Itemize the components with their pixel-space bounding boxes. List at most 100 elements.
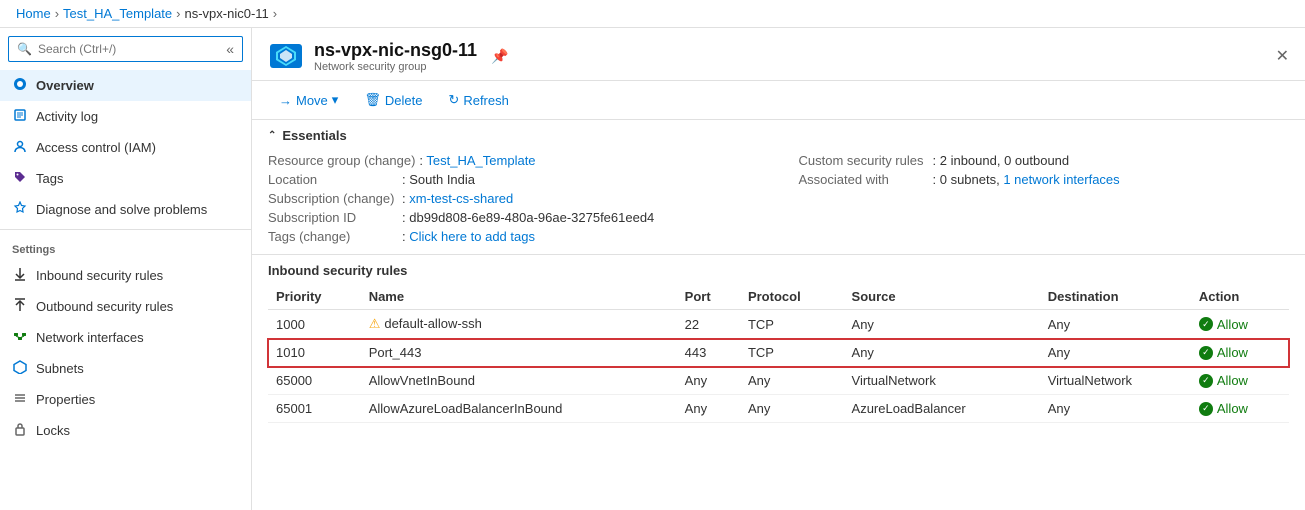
- sidebar-item-label: Properties: [36, 392, 95, 407]
- cell-name: Port_443: [361, 339, 677, 367]
- table-row[interactable]: 65001 AllowAzureLoadBalancerInBound Any …: [268, 395, 1289, 423]
- cell-action: ✓ Allow: [1191, 367, 1289, 395]
- refresh-icon: ↻: [448, 92, 459, 108]
- move-chevron-icon: ▾: [332, 92, 339, 108]
- sidebar-item-label: Overview: [36, 78, 94, 93]
- cell-priority: 65000: [268, 367, 361, 395]
- col-priority: Priority: [268, 284, 361, 310]
- essentials-value-associated: : 0 subnets, 1 network interfaces: [933, 172, 1120, 187]
- sidebar-item-label: Activity log: [36, 109, 98, 124]
- essentials-label-tags: Tags (change): [268, 229, 398, 244]
- table-row[interactable]: 65000 AllowVnetInBound Any Any VirtualNe…: [268, 367, 1289, 395]
- breadcrumb-home[interactable]: Home: [16, 6, 51, 21]
- essentials-collapse-icon[interactable]: ⌃: [268, 130, 276, 141]
- sidebar-item-locks[interactable]: Locks: [0, 415, 251, 446]
- outbound-rules-icon: [12, 298, 28, 315]
- diagnose-icon: [12, 201, 28, 218]
- resource-icon: [268, 38, 304, 74]
- allow-label: Allow: [1217, 401, 1248, 416]
- essentials-value-rg: : Test_HA_Template: [419, 153, 535, 168]
- cell-protocol: Any: [740, 367, 844, 395]
- col-source: Source: [844, 284, 1040, 310]
- sidebar-item-outbound-rules[interactable]: Outbound security rules: [0, 291, 251, 322]
- cell-source: VirtualNetwork: [844, 367, 1040, 395]
- sidebar-item-label: Diagnose and solve problems: [36, 202, 207, 217]
- cell-port: Any: [677, 367, 740, 395]
- sidebar-item-properties[interactable]: Properties: [0, 384, 251, 415]
- sidebar-item-tags[interactable]: Tags: [0, 163, 251, 194]
- move-arrow-icon: →: [279, 93, 292, 108]
- essentials-row-subscription: Subscription (change) : xm-test-cs-share…: [268, 189, 759, 208]
- table-row[interactable]: 1010 Port_443 443 TCP Any Any ✓ Allow: [268, 339, 1289, 367]
- essentials-value-subscription: : xm-test-cs-shared: [402, 191, 513, 206]
- subnets-icon: [12, 360, 28, 377]
- network-interfaces-link[interactable]: 1 network interfaces: [1003, 172, 1119, 187]
- sidebar-item-diagnose[interactable]: Diagnose and solve problems: [0, 194, 251, 225]
- close-icon[interactable]: ✕: [1276, 46, 1289, 66]
- allow-label: Allow: [1217, 373, 1248, 388]
- cell-source: AzureLoadBalancer: [844, 395, 1040, 423]
- rg-link[interactable]: Test_HA_Template: [426, 153, 535, 168]
- sidebar-item-overview[interactable]: Overview: [0, 70, 251, 101]
- sidebar-item-label: Outbound security rules: [36, 299, 173, 314]
- resource-header: ns-vpx-nic-nsg0-11 Network security grou…: [252, 28, 1305, 81]
- sidebar-item-activity-log[interactable]: Activity log: [0, 101, 251, 132]
- refresh-button[interactable]: ↻ Refresh: [437, 87, 519, 113]
- essentials-row-location: Location : South India: [268, 170, 759, 189]
- allow-label: Allow: [1217, 317, 1248, 332]
- search-icon: 🔍: [17, 42, 32, 56]
- col-destination: Destination: [1040, 284, 1191, 310]
- sidebar-item-network-interfaces[interactable]: Network interfaces: [0, 322, 251, 353]
- network-interfaces-icon: [12, 329, 28, 346]
- tags-link[interactable]: Click here to add tags: [409, 229, 535, 244]
- main-content: ns-vpx-nic-nsg0-11 Network security grou…: [252, 28, 1305, 510]
- essentials-row-custom-rules: Custom security rules : 2 inbound, 0 out…: [799, 151, 1290, 170]
- delete-button[interactable]: 🗑 Delete: [353, 87, 433, 113]
- search-box[interactable]: 🔍 «: [8, 36, 243, 62]
- table-header-row: Priority Name Port Protocol Source Desti…: [268, 284, 1289, 310]
- col-action: Action: [1191, 284, 1289, 310]
- inbound-rules-title: Inbound security rules: [268, 263, 1289, 278]
- allow-badge: ✓ Allow: [1199, 345, 1281, 360]
- essentials-section: ⌃ Essentials Resource group (change) : T…: [252, 120, 1305, 255]
- cell-priority: 1010: [268, 339, 361, 367]
- breadcrumb: Home › Test_HA_Template › ns-vpx-nic0-11…: [0, 0, 1305, 28]
- subscription-link[interactable]: xm-test-cs-shared: [409, 191, 513, 206]
- overview-icon: [12, 77, 28, 94]
- cell-destination: Any: [1040, 395, 1191, 423]
- resource-subtitle: Network security group: [314, 61, 477, 73]
- essentials-value-tags: : Click here to add tags: [402, 229, 535, 244]
- col-port: Port: [677, 284, 740, 310]
- sidebar-item-label: Tags: [36, 171, 63, 186]
- collapse-icon[interactable]: «: [226, 41, 234, 57]
- table-row[interactable]: 1000 ⚠default-allow-ssh 22 TCP Any Any ✓…: [268, 310, 1289, 339]
- properties-icon: [12, 391, 28, 408]
- essentials-label-associated: Associated with: [799, 172, 929, 187]
- allow-badge: ✓ Allow: [1199, 317, 1281, 332]
- cell-action: ✓ Allow: [1191, 310, 1289, 339]
- cell-name: AllowAzureLoadBalancerInBound: [361, 395, 677, 423]
- breadcrumb-template[interactable]: Test_HA_Template: [63, 6, 172, 21]
- table-area: Inbound security rules Priority Name Por…: [252, 255, 1305, 510]
- cell-port: 443: [677, 339, 740, 367]
- access-control-icon: [12, 139, 28, 156]
- sidebar-item-subnets[interactable]: Subnets: [0, 353, 251, 384]
- sidebar-item-inbound-rules[interactable]: Inbound security rules: [0, 260, 251, 291]
- allow-label: Allow: [1217, 345, 1248, 360]
- allow-check-icon: ✓: [1199, 402, 1213, 416]
- rules-table: Priority Name Port Protocol Source Desti…: [268, 284, 1289, 423]
- essentials-row-rg: Resource group (change) : Test_HA_Templa…: [268, 151, 759, 170]
- essentials-title: Essentials: [282, 128, 346, 143]
- search-input[interactable]: [38, 42, 220, 56]
- move-button[interactable]: → Move ▾: [268, 87, 349, 113]
- sidebar-item-access-control[interactable]: Access control (IAM): [0, 132, 251, 163]
- sidebar-divider: [0, 229, 251, 230]
- col-name: Name: [361, 284, 677, 310]
- pin-icon[interactable]: 📌: [491, 48, 508, 65]
- warning-icon: ⚠: [369, 316, 381, 331]
- toolbar: → Move ▾ 🗑 Delete ↻ Refresh: [252, 81, 1305, 120]
- allow-check-icon: ✓: [1199, 374, 1213, 388]
- essentials-value-custom-rules: : 2 inbound, 0 outbound: [933, 153, 1070, 168]
- sidebar-item-label: Subnets: [36, 361, 84, 376]
- activity-log-icon: [12, 108, 28, 125]
